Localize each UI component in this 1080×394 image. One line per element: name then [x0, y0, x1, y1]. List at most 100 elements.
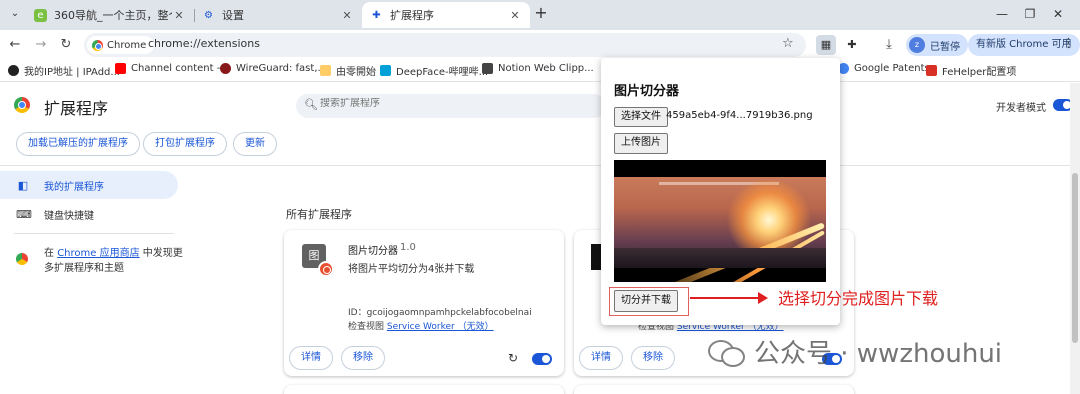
new-tab-button[interactable]: +	[532, 4, 550, 22]
notion-icon	[482, 63, 493, 74]
bookmark-item[interactable]: Channel content -...	[115, 63, 230, 74]
web-store-link[interactable]: Chrome 应用商店	[57, 248, 139, 259]
keyboard-icon: ⌨	[16, 207, 32, 221]
profile-paused-button[interactable]: z 已暂停	[906, 34, 968, 56]
web-store-icon	[16, 253, 28, 265]
bookmark-label: Channel content -...	[131, 63, 230, 74]
puzzle-icon: ✚	[372, 9, 381, 21]
annotation-arrow	[690, 297, 762, 299]
pack-extension-button[interactable]: 打包扩展程序	[143, 132, 227, 156]
paused-label: 已暂停	[930, 41, 960, 53]
chrome-logo-icon	[92, 39, 103, 51]
url-text: chrome://extensions	[148, 37, 260, 50]
details-button[interactable]: 详情	[289, 346, 333, 370]
close-tab-icon[interactable]: ✕	[340, 9, 354, 22]
site-info-chip[interactable]: Chrome	[87, 36, 155, 54]
fehelper-icon	[926, 65, 937, 76]
reload-icon[interactable]: ↻	[57, 36, 75, 54]
remove-button[interactable]: 移除	[631, 346, 675, 370]
bookmark-label: 由零開始	[336, 67, 376, 78]
download-icon[interactable]: ⤓	[880, 36, 898, 54]
bookmark-item[interactable]: Notion Web Clipp...	[482, 63, 594, 74]
bookmark-label: 我的IP地址 | IPAdd...	[24, 67, 120, 78]
bookmarks-bar: 我的IP地址 | IPAdd... Channel content -... W…	[0, 60, 1080, 82]
web-store-note: 在 Chrome 应用商店 中发现更多扩展程序和主题	[44, 246, 184, 276]
search-box[interactable]: 🔍︎	[296, 94, 606, 118]
extension-card	[284, 385, 564, 394]
section-title: 所有扩展程序	[286, 208, 352, 221]
sidebar-item-my-extensions[interactable]: ◧ 我的扩展程序	[0, 171, 178, 199]
bookmark-label: DeepFace-哔哩哔...	[396, 67, 489, 78]
extensions-icon: ◧	[17, 178, 29, 192]
search-input[interactable]	[320, 98, 590, 109]
bookmark-item[interactable]: FeHelper配置项	[926, 63, 1016, 78]
gear-icon: ⚙	[204, 9, 213, 21]
tab-strip: ⌄ e 360导航_一个主页，整个世界 ✕ ⚙ 设置 ✕ ✚ 扩展程序 ✕ + …	[0, 0, 1080, 30]
tab-title: 360导航_一个主页，整个世界	[54, 9, 172, 22]
bookmark-item[interactable]: 由零開始	[320, 63, 376, 78]
reload-extension-icon[interactable]: ↻	[508, 351, 518, 365]
update-button[interactable]: 更新	[233, 132, 277, 156]
bookmark-item[interactable]: 我的IP地址 | IPAdd...	[8, 63, 120, 78]
service-worker-link[interactable]: Service Worker （无效）	[387, 322, 494, 332]
header-divider	[0, 165, 1080, 166]
tab-title: 扩展程序	[390, 9, 434, 22]
choose-file-button[interactable]: 选择文件	[614, 107, 668, 127]
toolbar: ← → ↻ Chrome chrome://extensions ☆ ▦ ✚ ⤓…	[0, 30, 1080, 60]
bookmark-label: FeHelper配置项	[942, 67, 1017, 78]
chip-label: Chrome	[107, 39, 147, 51]
inspect-views: 检查视图 Service Worker （无效）	[348, 319, 494, 332]
inspect-prefix: 检查视图	[348, 322, 387, 332]
bilibili-icon	[380, 65, 391, 76]
extension-enable-toggle[interactable]	[532, 353, 552, 365]
sidebar-item-label: 键盘快捷键	[44, 210, 94, 222]
upload-image-button[interactable]: 上传图片	[614, 133, 668, 154]
preview-ground	[614, 248, 826, 268]
menu-kebab-icon[interactable]: ⋮	[1062, 36, 1075, 51]
bookmark-label: Notion Web Clipp...	[498, 63, 594, 74]
avatar: z	[909, 37, 925, 53]
load-unpacked-button[interactable]: 加载已解压的扩展程序	[16, 132, 140, 156]
wireguard-icon	[220, 63, 231, 74]
watermark: 公众号 · wwzhouhui	[708, 333, 1002, 370]
details-button[interactable]: 详情	[579, 346, 623, 370]
bookmark-item[interactable]: Google Patents	[838, 63, 930, 74]
bookmark-item[interactable]: WireGuard: fast,...	[220, 63, 327, 74]
extensions-puzzle-icon[interactable]: ✚	[842, 35, 862, 55]
sidebar-divider	[14, 233, 174, 234]
annotation-arrowhead	[758, 292, 768, 304]
restore-icon[interactable]: ❐	[1020, 4, 1040, 24]
tab-extensions[interactable]: ✚ 扩展程序 ✕	[362, 2, 530, 28]
sidebar-item-keyboard-shortcuts[interactable]: ⌨ 键盘快捷键	[0, 200, 178, 228]
tab-title: 设置	[222, 9, 244, 22]
close-window-icon[interactable]: ✕	[1048, 4, 1068, 24]
minimize-icon[interactable]: —	[992, 4, 1012, 24]
bookmark-star-icon[interactable]: ☆	[782, 36, 794, 51]
watermark-text: 公众号 · wwzhouhui	[754, 339, 1003, 369]
address-bar[interactable]: Chrome chrome://extensions ☆	[84, 33, 806, 57]
tab-search-button[interactable]: ⌄	[6, 5, 24, 23]
popup-title: 图片切分器	[614, 84, 680, 99]
bookmark-item[interactable]: DeepFace-哔哩哔...	[380, 63, 488, 78]
extension-card: 图 图片切分器 1.0 将图片平均切分为4张并下载 ID：gcoijogaomn…	[284, 230, 564, 376]
extension-card	[574, 385, 854, 394]
extension-description: 将图片平均切分为4张并下载	[348, 264, 475, 275]
annotation-text: 选择切分完成图片下载	[778, 289, 939, 308]
page-title: 扩展程序	[44, 99, 109, 118]
remove-button[interactable]: 移除	[341, 346, 385, 370]
store-prefix: 在	[44, 248, 58, 259]
image-splitter-extension-icon[interactable]: ▦	[816, 35, 836, 55]
forward-icon[interactable]: →	[32, 36, 50, 54]
close-tab-icon[interactable]: ✕	[172, 9, 186, 22]
back-icon[interactable]: ←	[6, 36, 24, 54]
close-tab-icon[interactable]: ✕	[508, 9, 522, 22]
scroll-thumb[interactable]	[1072, 173, 1078, 343]
camera-badge-icon	[318, 261, 334, 277]
bookmark-label: WireGuard: fast,...	[236, 63, 328, 74]
tab-settings[interactable]: ⚙ 设置 ✕	[194, 2, 362, 28]
tab-360-navigation[interactable]: e 360导航_一个主页，整个世界 ✕	[26, 2, 194, 28]
scrollbar[interactable]	[1070, 83, 1080, 394]
developer-mode-label: 开发者模式	[996, 103, 1046, 114]
selected-file-name: 459a5eb4-9f4...7919b36.png	[666, 110, 813, 121]
chrome-logo-icon	[14, 97, 30, 113]
